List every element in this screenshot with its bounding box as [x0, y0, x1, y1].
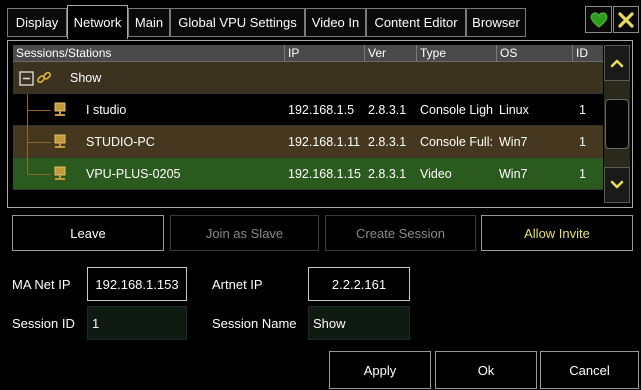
- tab-label: Content Editor: [374, 15, 458, 30]
- button-label: Allow Invite: [524, 225, 590, 241]
- tree-connector: [27, 142, 51, 143]
- button-label: Leave: [70, 225, 106, 241]
- station-ip: 192.168.1.15: [288, 167, 361, 181]
- button-label: Ok: [477, 362, 495, 378]
- col-ver[interactable]: Ver: [365, 45, 417, 62]
- station-name: STUDIO-PC: [86, 135, 155, 149]
- ma-net-ip-label: MA Net IP: [12, 277, 71, 292]
- artnet-ip-label: Artnet IP: [212, 277, 263, 292]
- tree-connector: [27, 158, 28, 174]
- session-id-value: 1: [92, 315, 100, 331]
- station-ver: 2.8.3.1: [368, 167, 407, 181]
- tab-content-editor[interactable]: Content Editor: [366, 8, 466, 37]
- monitor-icon: [54, 102, 66, 116]
- scroll-thumb[interactable]: [605, 99, 629, 149]
- session-id-label: Session ID: [12, 316, 75, 331]
- station-os: Win7: [499, 167, 528, 181]
- minus-box-icon[interactable]: [19, 71, 34, 86]
- tab-label: Main: [134, 15, 164, 30]
- col-os[interactable]: OS: [497, 45, 573, 62]
- tab-label: Global VPU Settings: [178, 15, 297, 30]
- create-session-button[interactable]: Create Session: [325, 215, 476, 251]
- allow-invite-button[interactable]: Allow Invite: [481, 215, 633, 251]
- session-name-field[interactable]: Show: [308, 306, 410, 340]
- heart-icon: [590, 11, 607, 28]
- scroll-down-button[interactable]: [604, 167, 630, 203]
- session-name-label: Session Name: [212, 316, 297, 331]
- session-id-field[interactable]: 1: [87, 306, 187, 340]
- scroll-track[interactable]: [604, 81, 630, 167]
- tab-browser[interactable]: Browser: [466, 8, 526, 37]
- station-id: 1: [579, 135, 586, 149]
- session-name: Show: [70, 71, 102, 85]
- table-row-selected[interactable]: VPU-PLUS-0205 192.168.1.15 2.8.3.1 Video…: [13, 158, 603, 190]
- tab-label: Network: [73, 15, 122, 30]
- session-name-value: Show: [313, 315, 346, 331]
- artnet-ip-value: 2.2.2.161: [331, 276, 387, 292]
- scroll-up-button[interactable]: [604, 45, 630, 81]
- join-as-slave-button[interactable]: Join as Slave: [170, 215, 319, 251]
- ma-net-ip-value: 192.168.1.153: [95, 276, 179, 292]
- station-type: Console Full:: [420, 135, 493, 149]
- status-button[interactable]: [585, 6, 612, 33]
- cancel-button[interactable]: Cancel: [540, 351, 639, 389]
- station-id: 1: [579, 103, 586, 117]
- sessions-table: Sessions/Stations IP Ver Type OS ID Show: [13, 45, 603, 203]
- station-ip: 192.168.1.11: [288, 135, 361, 149]
- station-os: Linux: [499, 103, 529, 117]
- station-ver: 2.8.3.1: [368, 135, 407, 149]
- tab-network[interactable]: Network: [67, 5, 128, 39]
- tab-global-vpu-settings[interactable]: Global VPU Settings: [170, 8, 305, 37]
- sessions-panel: Sessions/Stations IP Ver Type OS ID Show: [7, 40, 633, 208]
- tab-bar: Display Network Main Global VPU Settings…: [0, 0, 641, 40]
- chevron-up-icon: [610, 59, 624, 68]
- button-label: Create Session: [356, 225, 445, 241]
- ok-button[interactable]: Ok: [435, 351, 537, 389]
- close-icon: [618, 11, 634, 28]
- tree-connector: [27, 110, 51, 111]
- close-button[interactable]: [613, 6, 639, 33]
- tab-video-in[interactable]: Video In: [305, 8, 366, 37]
- button-label: Apply: [363, 362, 397, 378]
- chain-link-icon: [37, 71, 51, 84]
- station-name: I studio: [86, 103, 127, 117]
- monitor-icon: [54, 166, 66, 180]
- station-ip: 192.168.1.5: [288, 103, 355, 117]
- station-os: Win7: [499, 135, 528, 149]
- tab-label: Display: [15, 15, 59, 30]
- station-name: VPU-PLUS-0205: [86, 167, 181, 181]
- chevron-down-icon: [610, 180, 624, 189]
- ma-net-ip-field[interactable]: 192.168.1.153: [87, 267, 187, 301]
- col-ip[interactable]: IP: [285, 45, 365, 62]
- tab-label: Browser: [472, 15, 520, 30]
- table-header: Sessions/Stations IP Ver Type OS ID: [13, 45, 603, 62]
- table-scrollbar[interactable]: [604, 45, 630, 203]
- artnet-ip-field[interactable]: 2.2.2.161: [308, 267, 410, 301]
- table-row[interactable]: STUDIO-PC 192.168.1.11 2.8.3.1 Console F…: [13, 126, 603, 158]
- leave-button[interactable]: Leave: [12, 215, 164, 251]
- station-type: Video: [420, 167, 452, 181]
- button-label: Cancel: [569, 362, 610, 378]
- tab-display[interactable]: Display: [7, 8, 67, 37]
- station-type: Console Ligh: [420, 103, 493, 117]
- tree-connector: [27, 174, 51, 175]
- tab-main[interactable]: Main: [128, 8, 170, 37]
- col-sessions-stations[interactable]: Sessions/Stations: [13, 45, 285, 62]
- station-ver: 2.8.3.1: [368, 103, 407, 117]
- col-type[interactable]: Type: [417, 45, 497, 62]
- button-label: Join as Slave: [205, 225, 284, 241]
- col-id[interactable]: ID: [573, 45, 603, 62]
- monitor-icon: [54, 134, 66, 148]
- session-row[interactable]: Show: [13, 62, 603, 94]
- station-id: 1: [579, 167, 586, 181]
- apply-button[interactable]: Apply: [329, 351, 431, 389]
- table-row[interactable]: I studio 192.168.1.5 2.8.3.1 Console Lig…: [13, 94, 603, 126]
- tab-label: Video In: [311, 15, 360, 30]
